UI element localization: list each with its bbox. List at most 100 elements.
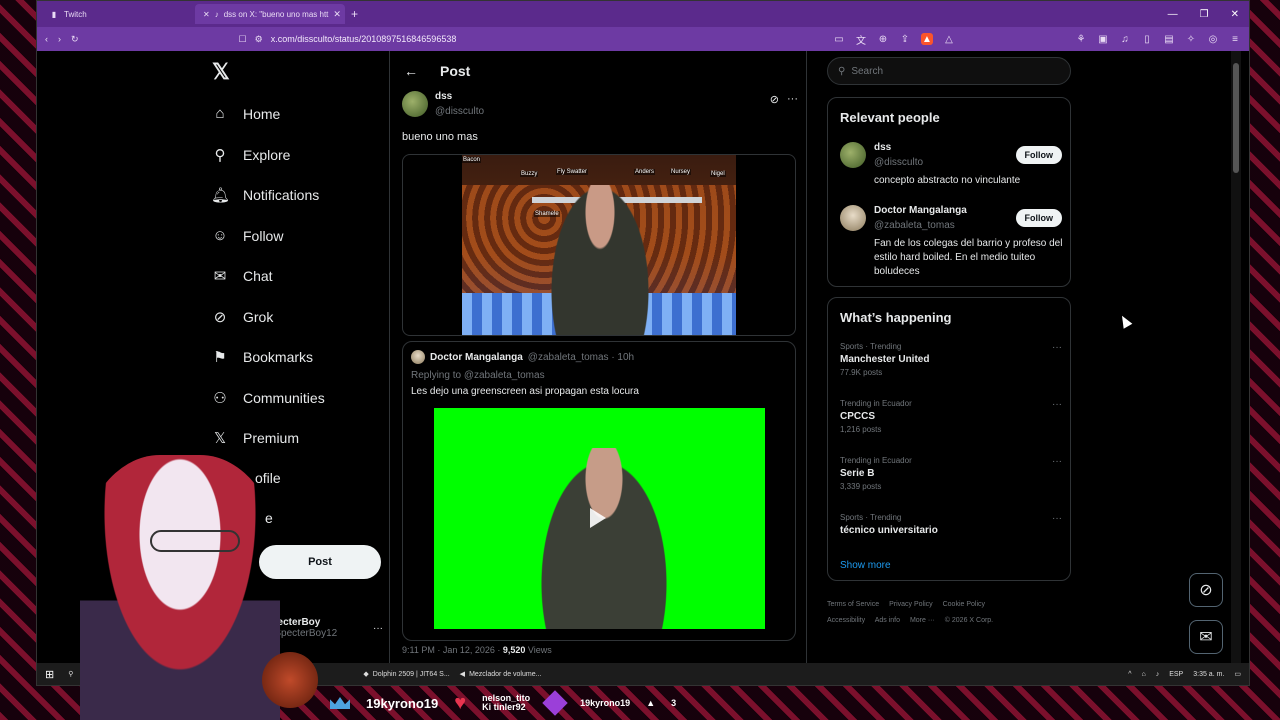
video-person xyxy=(550,185,650,335)
gift-count-icon: ▲ xyxy=(646,697,656,708)
tab-x-post[interactable]: ✕ ♪ dss on X: "bueno uno mas htt ✕ xyxy=(195,4,345,24)
more-icon[interactable]: ··· xyxy=(1052,456,1062,467)
nav-label: Premium xyxy=(243,430,300,446)
avatar[interactable] xyxy=(840,205,866,231)
x-icon: ✕ xyxy=(203,9,210,19)
nav-notifications[interactable]: 🔔︎ Notifications xyxy=(211,186,319,204)
nav-grok[interactable]: ⊘ Grok xyxy=(211,308,274,326)
nav-communities[interactable]: ⚇ Communities xyxy=(211,389,324,407)
quote-author-name[interactable]: Doctor Mangalanga xyxy=(430,352,523,363)
grok-icon[interactable]: ⊘ xyxy=(770,93,779,106)
page-scrollbar[interactable] xyxy=(1231,51,1241,665)
brave-shields-icon[interactable]: ▲ xyxy=(921,33,933,45)
zoom-icon[interactable]: ⊕ xyxy=(877,33,889,45)
avatar[interactable] xyxy=(411,350,425,364)
footer-link[interactable]: Privacy Policy xyxy=(889,601,933,608)
minimize-icon[interactable]: — xyxy=(1168,9,1178,20)
translate-icon[interactable]: 文 xyxy=(855,33,867,47)
nav-profile[interactable]: ofile xyxy=(255,470,281,486)
follow-button[interactable]: Follow xyxy=(1015,146,1062,164)
mail-icon: ✉ xyxy=(213,268,227,285)
more-icon[interactable]: ··· xyxy=(1052,399,1062,410)
wallet-icon[interactable]: ▣ xyxy=(1097,33,1109,45)
bookmark-page-icon[interactable]: ☐ xyxy=(239,34,247,45)
tweet-media[interactable]: Bacon Buzzy Fly Swatter Anders Nursey Ni… xyxy=(402,154,796,336)
x-logo-icon[interactable]: 𝕏 xyxy=(212,59,230,85)
scroll-thumb[interactable] xyxy=(1233,63,1239,173)
show-more-link[interactable]: Show more xyxy=(840,560,891,571)
author-handle[interactable]: @dissculto xyxy=(435,106,484,117)
footer-link[interactable]: Ads info xyxy=(875,617,900,624)
network-icon[interactable]: ⌂ xyxy=(1141,671,1145,678)
notification-icon[interactable]: ▭ xyxy=(1234,670,1241,678)
more-icon[interactable]: ··· xyxy=(1052,513,1062,524)
trend-item[interactable]: Sports · Trending técnico universitario … xyxy=(840,513,1062,536)
play-icon[interactable] xyxy=(590,508,606,528)
menu-icon[interactable]: ≡ xyxy=(1229,33,1241,45)
more-icon[interactable]: ··· xyxy=(373,623,383,634)
avatar[interactable] xyxy=(402,91,428,117)
sidebar-icon[interactable]: ▯ xyxy=(1141,33,1153,45)
brave-rewards-icon[interactable]: △ xyxy=(943,33,955,45)
chevron-up-icon[interactable]: ^ xyxy=(1128,671,1131,678)
back-icon[interactable]: ‹ xyxy=(45,34,48,44)
nav-premium[interactable]: 𝕏 Premium xyxy=(211,429,299,447)
nav-label: Notifications xyxy=(243,187,320,203)
avatar[interactable] xyxy=(840,142,866,168)
taskbar-app[interactable]: ◀ Mezclador de volume... xyxy=(460,670,542,679)
author-name[interactable]: dss xyxy=(435,91,452,102)
person-handle: @zabaleta_tomas xyxy=(874,220,955,231)
trend-item[interactable]: Trending in Ecuador Serie B 3,339 posts … xyxy=(840,456,1062,491)
person-name[interactable]: Doctor Mangalanga xyxy=(874,205,967,216)
site-info-icon[interactable]: ⚙ xyxy=(255,34,263,45)
twitch-icon: ▮ xyxy=(51,9,57,19)
address-bar[interactable]: ☐ ⚙ x.com/dissculto/status/2010897516846… xyxy=(239,34,457,45)
grok-icon: ⊘ xyxy=(213,309,227,326)
messages-float-button[interactable]: ✉ xyxy=(1189,620,1223,654)
tab-twitch[interactable]: ▮ Twitch xyxy=(41,4,191,24)
media-icon[interactable]: ♫ xyxy=(1119,33,1131,45)
volume-icon[interactable]: ♪ xyxy=(1156,671,1160,678)
share-icon[interactable]: ⇪ xyxy=(899,33,911,45)
footer-link[interactable]: Cookie Policy xyxy=(943,601,985,608)
windows-start-icon[interactable]: ⊞ xyxy=(45,668,54,681)
greenscreen-video[interactable] xyxy=(434,408,765,629)
nav-explore[interactable]: ⚲ Explore xyxy=(211,146,291,164)
taskbar-app[interactable]: ◆ Dolphin 2509 | JIT64 S... xyxy=(363,670,449,679)
more-icon[interactable]: ··· xyxy=(1052,342,1062,353)
reload-icon[interactable]: ↻ xyxy=(71,34,79,45)
footer-link[interactable]: Accessibility xyxy=(827,617,865,624)
url-text[interactable]: x.com/dissculto/status/20108975168465965… xyxy=(271,34,457,44)
follow-button[interactable]: Follow xyxy=(1015,209,1062,227)
forward-icon[interactable]: › xyxy=(58,34,61,44)
reply-handle[interactable]: @zabaleta_tomas xyxy=(464,370,545,381)
search-icon[interactable]: ⚲ xyxy=(68,670,73,678)
quoted-tweet[interactable]: Doctor Mangalanga @zabaleta_tomas · 10h … xyxy=(402,341,796,641)
trend-item[interactable]: Sports · Trending Manchester United 77.9… xyxy=(840,342,1062,377)
footer-link[interactable]: Terms of Service xyxy=(827,601,879,608)
tweet-timestamp[interactable]: 9:11 PM · Jan 12, 2026 · xyxy=(402,645,503,655)
more-icon[interactable]: ··· xyxy=(787,93,798,106)
language-indicator[interactable]: ESP xyxy=(1169,671,1183,678)
nav-follow[interactable]: ☺ Follow xyxy=(211,227,283,244)
back-arrow-icon[interactable]: ← xyxy=(404,63,418,79)
trend-item[interactable]: Trending in Ecuador CPCCS 1,216 posts ··… xyxy=(840,399,1062,434)
person-bio: Fan de los colegas del barrio y profeso … xyxy=(874,238,1063,277)
leo-icon[interactable]: ✧ xyxy=(1185,33,1197,45)
new-tab-button[interactable]: + xyxy=(351,7,358,21)
extensions-icon[interactable]: ⚘ xyxy=(1075,33,1087,45)
restore-icon[interactable]: ❐ xyxy=(1200,9,1209,20)
clock[interactable]: 3:35 a. m. xyxy=(1193,671,1224,678)
close-tab-icon[interactable]: ✕ xyxy=(333,9,341,20)
footer-link[interactable]: More ··· xyxy=(910,617,935,624)
nav-bookmarks[interactable]: ⚑ Bookmarks xyxy=(211,348,313,366)
person-name[interactable]: dss xyxy=(874,142,891,153)
wallet2-icon[interactable]: ▤ xyxy=(1163,33,1175,45)
close-window-icon[interactable]: ✕ xyxy=(1231,9,1239,20)
grok-float-button[interactable]: ⊘ xyxy=(1189,573,1223,607)
screen-icon[interactable]: ▭ xyxy=(833,33,845,45)
nav-home[interactable]: ⌂ Home xyxy=(211,105,280,122)
nav-chat[interactable]: ✉ Chat xyxy=(211,267,273,285)
vpn-icon[interactable]: ◎ xyxy=(1207,33,1219,45)
search-input[interactable]: ⚲ Search xyxy=(827,57,1071,85)
